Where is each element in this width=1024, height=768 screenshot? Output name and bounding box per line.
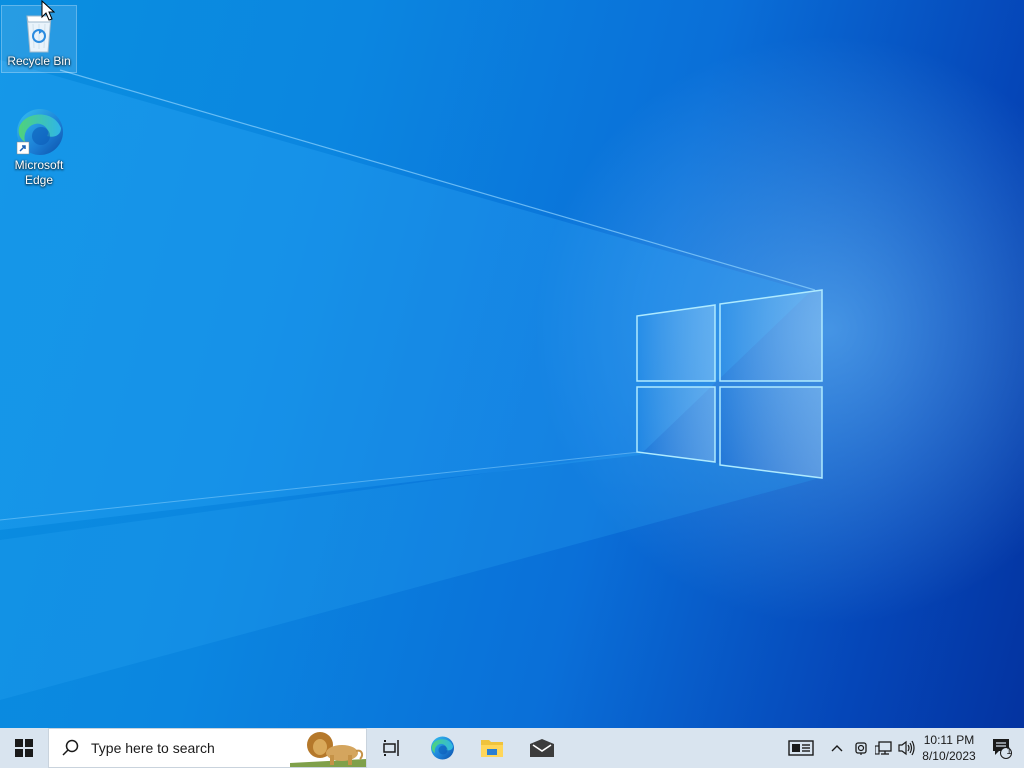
recycle-bin-label: Recycle Bin	[7, 54, 71, 68]
notification-count-badge: 1	[1006, 746, 1012, 756]
task-view-button[interactable]	[367, 728, 417, 768]
desktop[interactable]: Recycle Bin Microsoft Edge	[0, 0, 1024, 728]
network-tray-button[interactable]	[872, 728, 896, 768]
volume-tray-button[interactable]	[896, 728, 918, 768]
edge-icon	[16, 109, 63, 155]
clock-date: 8/10/2023	[922, 749, 976, 763]
taskbar-clock[interactable]: 10:11 PM 8/10/2023	[918, 732, 980, 764]
folder-icon	[481, 740, 503, 757]
system-tray: 10:11 PM 8/10/2023 1	[778, 728, 1024, 768]
clock-time: 10:11 PM	[923, 733, 975, 747]
show-hidden-icons-button[interactable]	[824, 728, 850, 768]
camera-icon	[855, 742, 867, 755]
file-explorer-button[interactable]	[467, 728, 517, 768]
mouse-cursor-icon	[41, 0, 55, 21]
lion-search-highlight-icon	[290, 729, 366, 767]
desktop-icon-recycle-bin[interactable]: Recycle Bin	[1, 5, 77, 73]
task-view-icon	[383, 740, 399, 756]
camera-tray-button[interactable]	[850, 728, 872, 768]
mail-button[interactable]	[517, 728, 567, 768]
chevron-up-icon	[831, 745, 843, 752]
news-widget-button[interactable]	[778, 728, 824, 768]
desktop-icon-microsoft-edge[interactable]: Microsoft Edge	[2, 104, 76, 188]
windows-logo-icon	[15, 739, 33, 757]
start-button[interactable]	[0, 728, 48, 768]
wallpaper-light-beams	[0, 60, 823, 700]
mail-icon	[530, 739, 554, 757]
microsoft-edge-label: Microsoft Edge	[14, 158, 64, 187]
news-widget-icon	[788, 740, 814, 756]
search-icon	[62, 739, 79, 756]
taskbar-edge-button[interactable]	[417, 728, 467, 768]
volume-icon	[898, 740, 915, 756]
network-icon	[875, 741, 892, 755]
search-box[interactable]: Type here to search	[48, 728, 367, 768]
edge-icon	[431, 736, 454, 760]
taskbar: Type here to search 10:11 PM 8/10/2023 1	[0, 728, 1024, 768]
action-center-button[interactable]: 1	[980, 728, 1024, 768]
search-placeholder: Type here to search	[91, 740, 215, 756]
